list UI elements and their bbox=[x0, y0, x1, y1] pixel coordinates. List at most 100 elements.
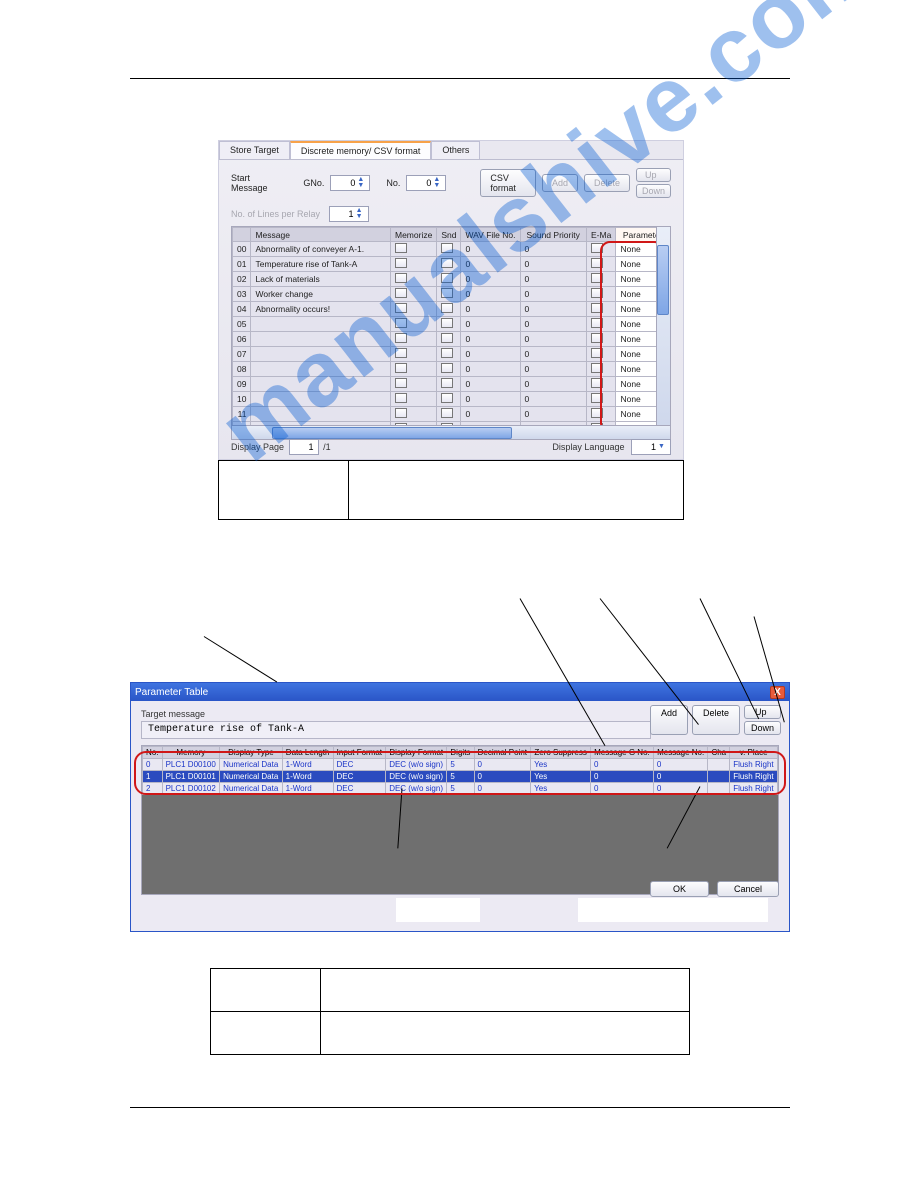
email-icon[interactable] bbox=[591, 318, 603, 328]
table-cell[interactable] bbox=[586, 272, 616, 287]
table-cell[interactable] bbox=[391, 317, 437, 332]
table-cell[interactable] bbox=[586, 407, 616, 422]
sound-icon[interactable] bbox=[441, 243, 453, 253]
memorize-icon[interactable] bbox=[395, 348, 407, 358]
no-input[interactable]: ▲▼ bbox=[406, 175, 446, 191]
table-cell[interactable]: 0 bbox=[461, 257, 520, 272]
table-cell[interactable]: Worker change bbox=[251, 287, 391, 302]
column-header[interactable]: WAV File No. bbox=[461, 228, 520, 242]
table-cell[interactable]: 0 bbox=[461, 377, 520, 392]
table-cell[interactable] bbox=[586, 377, 616, 392]
email-icon[interactable] bbox=[591, 333, 603, 343]
spinner-icon[interactable]: ▲▼ bbox=[357, 177, 367, 189]
message-table[interactable]: MessageMemorizeSndWAV File No.Sound Prio… bbox=[232, 227, 670, 437]
table-row[interactable]: 0900None bbox=[233, 377, 670, 392]
table-cell[interactable] bbox=[251, 392, 391, 407]
email-icon[interactable] bbox=[591, 348, 603, 358]
up-button[interactable]: Up bbox=[744, 705, 781, 719]
table-cell[interactable]: 00 bbox=[233, 242, 251, 257]
delete-button[interactable]: Delete bbox=[692, 705, 740, 735]
table-cell[interactable] bbox=[391, 407, 437, 422]
cancel-button[interactable]: Cancel bbox=[717, 881, 779, 897]
email-icon[interactable] bbox=[591, 258, 603, 268]
table-cell[interactable]: 0 bbox=[474, 771, 531, 783]
table-cell[interactable]: 0 bbox=[520, 347, 586, 362]
spinner-icon[interactable]: ▲▼ bbox=[433, 177, 443, 189]
table-cell[interactable]: Abnormality of conveyer A-1. bbox=[251, 242, 391, 257]
table-cell[interactable] bbox=[391, 347, 437, 362]
column-header[interactable]: Message bbox=[251, 228, 391, 242]
vertical-scrollbar[interactable] bbox=[656, 227, 670, 425]
sound-icon[interactable] bbox=[441, 318, 453, 328]
sound-icon[interactable] bbox=[441, 408, 453, 418]
table-cell[interactable]: 2 bbox=[143, 783, 163, 795]
table-cell[interactable] bbox=[437, 272, 461, 287]
email-icon[interactable] bbox=[591, 288, 603, 298]
add-button[interactable]: Add bbox=[650, 705, 688, 735]
table-cell[interactable] bbox=[586, 257, 616, 272]
memorize-icon[interactable] bbox=[395, 408, 407, 418]
table-cell[interactable] bbox=[391, 362, 437, 377]
table-cell[interactable] bbox=[586, 317, 616, 332]
table-row[interactable]: 03Worker change00None bbox=[233, 287, 670, 302]
table-cell[interactable]: 0 bbox=[520, 407, 586, 422]
table-cell[interactable]: 07 bbox=[233, 347, 251, 362]
table-cell[interactable] bbox=[437, 362, 461, 377]
column-header[interactable]: Message G No. bbox=[590, 747, 653, 759]
tab-store-target[interactable]: Store Target bbox=[219, 141, 290, 159]
table-cell[interactable]: 01 bbox=[233, 257, 251, 272]
add-button[interactable]: Add bbox=[542, 174, 578, 192]
table-cell[interactable]: 0 bbox=[143, 759, 163, 771]
table-cell[interactable]: PLC1 D00100 bbox=[162, 759, 220, 771]
table-cell[interactable] bbox=[391, 242, 437, 257]
table-cell[interactable]: Numerical Data bbox=[220, 759, 283, 771]
email-icon[interactable] bbox=[591, 363, 603, 373]
table-cell[interactable]: 0 bbox=[653, 771, 707, 783]
table-cell[interactable]: Flush Right bbox=[730, 771, 778, 783]
table-cell[interactable] bbox=[437, 242, 461, 257]
table-cell[interactable]: DEC (w/o sign) bbox=[386, 759, 447, 771]
table-cell[interactable]: PLC1 D00101 bbox=[162, 771, 220, 783]
column-header[interactable]: Snd bbox=[437, 228, 461, 242]
memorize-icon[interactable] bbox=[395, 303, 407, 313]
table-cell[interactable] bbox=[437, 407, 461, 422]
table-cell[interactable]: 5 bbox=[447, 759, 474, 771]
column-header[interactable]: Display Format bbox=[386, 747, 447, 759]
table-cell[interactable] bbox=[437, 392, 461, 407]
email-icon[interactable] bbox=[591, 273, 603, 283]
spinner-icon[interactable]: ▲▼ bbox=[356, 208, 366, 220]
table-cell[interactable]: 0 bbox=[653, 783, 707, 795]
table-cell[interactable]: 0 bbox=[520, 257, 586, 272]
message-grid[interactable]: MessageMemorizeSndWAV File No.Sound Prio… bbox=[231, 226, 671, 440]
table-cell[interactable]: PLC1 D00102 bbox=[162, 783, 220, 795]
table-cell[interactable] bbox=[391, 392, 437, 407]
table-cell[interactable]: 0 bbox=[520, 242, 586, 257]
table-cell[interactable] bbox=[708, 783, 730, 795]
table-cell[interactable]: 0 bbox=[461, 302, 520, 317]
table-cell[interactable] bbox=[437, 302, 461, 317]
table-cell[interactable]: Yes bbox=[531, 759, 591, 771]
column-header[interactable]: Display Type bbox=[220, 747, 283, 759]
table-cell[interactable] bbox=[437, 332, 461, 347]
table-cell[interactable]: Numerical Data bbox=[220, 783, 283, 795]
sound-icon[interactable] bbox=[441, 288, 453, 298]
display-language-select[interactable]: ▼ bbox=[631, 439, 671, 455]
table-row[interactable]: 0500None bbox=[233, 317, 670, 332]
table-cell[interactable]: 0 bbox=[461, 317, 520, 332]
table-cell[interactable]: Yes bbox=[531, 783, 591, 795]
horizontal-scrollbar[interactable] bbox=[232, 425, 670, 439]
table-cell[interactable] bbox=[586, 287, 616, 302]
table-row[interactable]: 0700None bbox=[233, 347, 670, 362]
column-header[interactable]: Data Length bbox=[282, 747, 333, 759]
table-cell[interactable]: Numerical Data bbox=[220, 771, 283, 783]
table-cell[interactable]: 05 bbox=[233, 317, 251, 332]
email-icon[interactable] bbox=[591, 303, 603, 313]
table-cell[interactable] bbox=[391, 332, 437, 347]
table-row[interactable]: 2PLC1 D00102Numerical Data1-WordDECDEC (… bbox=[143, 783, 778, 795]
table-row[interactable]: 04Abnormality occurs!00None bbox=[233, 302, 670, 317]
memorize-icon[interactable] bbox=[395, 258, 407, 268]
table-cell[interactable]: 5 bbox=[447, 783, 474, 795]
column-header[interactable]: Input Format bbox=[333, 747, 386, 759]
table-cell[interactable]: 0 bbox=[590, 759, 653, 771]
column-header[interactable]: Decimal Point bbox=[474, 747, 531, 759]
